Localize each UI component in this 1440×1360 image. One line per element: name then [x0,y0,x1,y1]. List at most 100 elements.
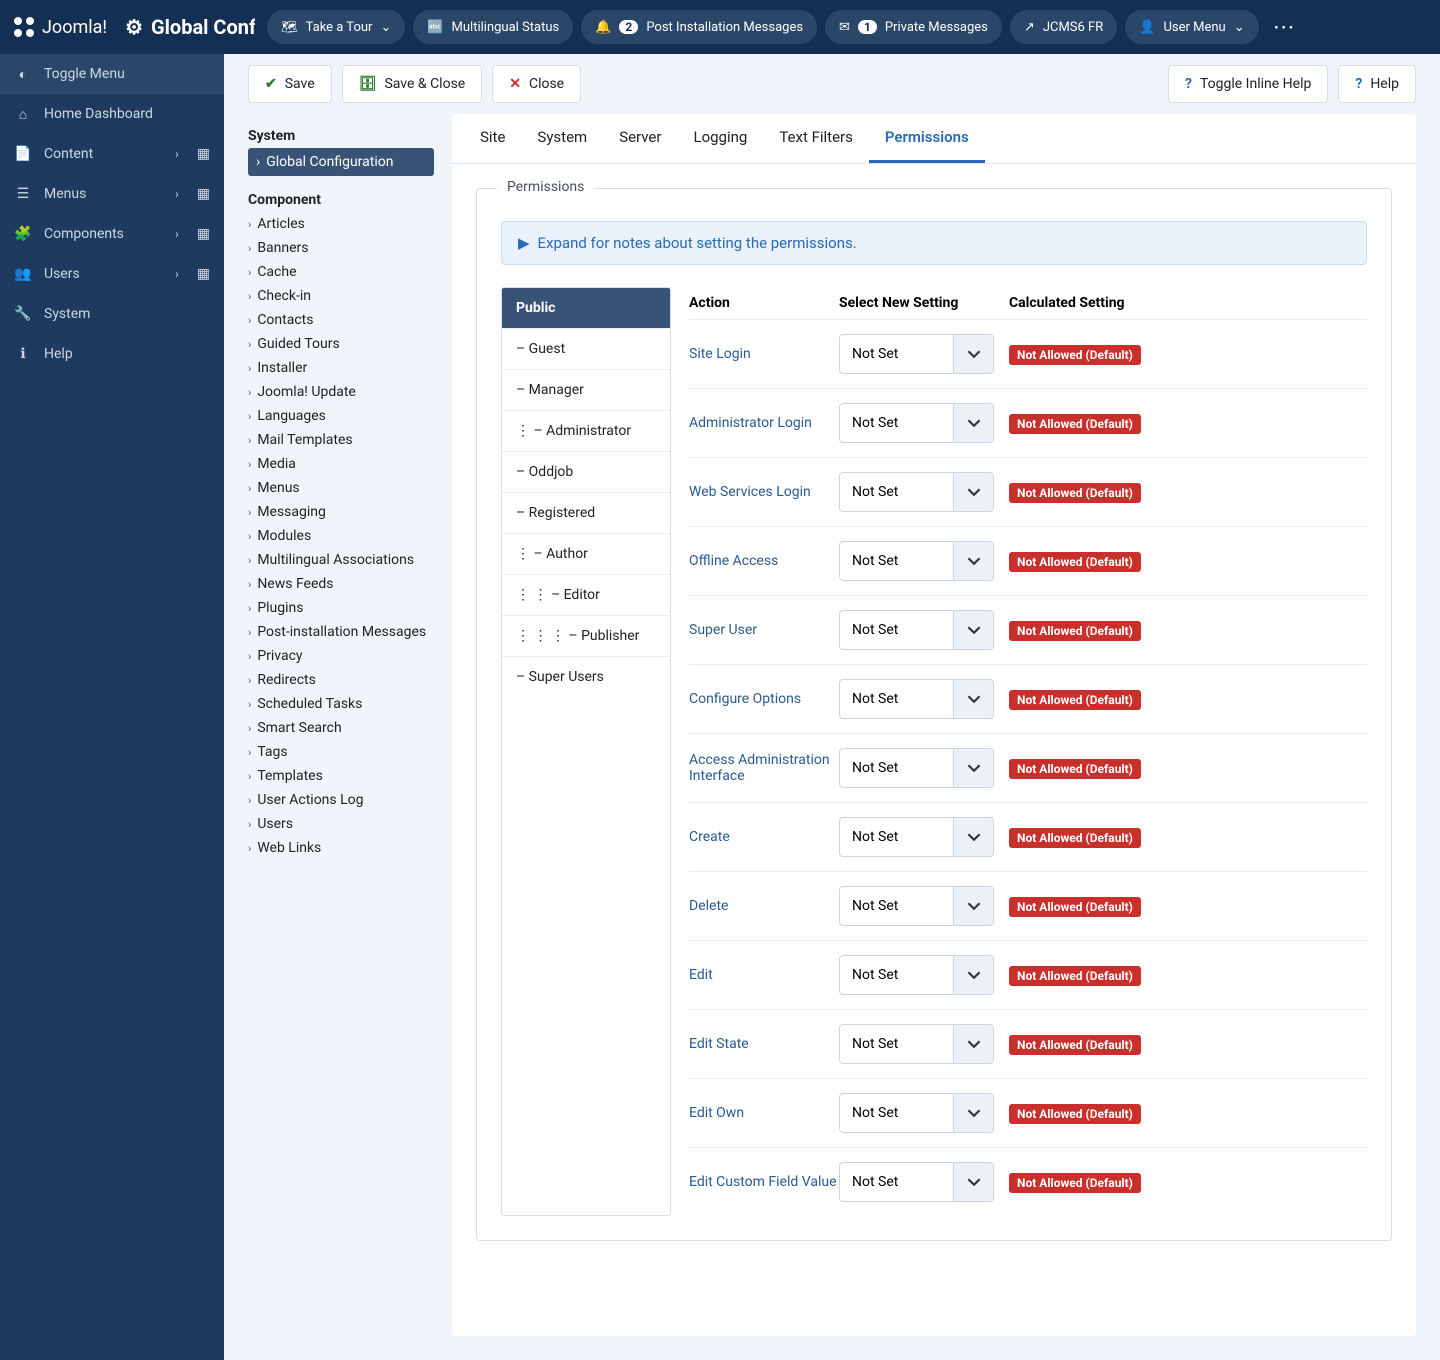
tab-permissions[interactable]: Permissions [869,114,985,163]
permission-action[interactable]: Super User [689,622,839,638]
private-messages-pill[interactable]: ✉ 1 Private Messages [825,10,1002,44]
permission-select[interactable]: Not Set [839,679,994,719]
component-link[interactable]: ›Scheduled Tasks [248,692,434,716]
sidebar-item-home-dashboard[interactable]: ⌂Home Dashboard [0,94,224,134]
post-install-pill[interactable]: 🔔 2 Post Installation Messages [581,10,817,44]
component-link[interactable]: ›Modules [248,524,434,548]
component-link[interactable]: ›Messaging [248,500,434,524]
permission-select[interactable]: Not Set [839,817,994,857]
permission-select[interactable]: Not Set [839,472,994,512]
sidebar-item-users[interactable]: 👥Users›▦ [0,254,224,294]
close-button[interactable]: ✕Close [492,65,581,103]
component-link[interactable]: ›Templates [248,764,434,788]
component-link[interactable]: ›Articles [248,212,434,236]
group-item[interactable]: – Super Users [502,657,670,697]
component-link[interactable]: ›Banners [248,236,434,260]
permission-action[interactable]: Configure Options [689,691,839,707]
grid-icon[interactable]: ▦ [197,186,210,202]
component-link[interactable]: ›User Actions Log [248,788,434,812]
component-link[interactable]: ›Guided Tours [248,332,434,356]
group-item[interactable]: Public [502,288,670,329]
sidebar-item-menus[interactable]: ☰Menus›▦ [0,174,224,214]
user-menu-pill[interactable]: 👤 User Menu ⌄ [1125,10,1258,44]
permission-select[interactable]: Not Set [839,1162,994,1202]
sidebar-item-content[interactable]: 📄Content›▦ [0,134,224,174]
tab-server[interactable]: Server [603,114,677,163]
sidebar-item-help[interactable]: ℹHelp [0,334,224,374]
expand-notes[interactable]: ▶Expand for notes about setting the perm… [501,221,1367,265]
chevron-right-icon: › [248,386,251,399]
multilingual-pill[interactable]: 🔤 Multilingual Status [413,10,573,44]
take-tour-pill[interactable]: 🗺 Take a Tour ⌄ [267,10,405,44]
group-item[interactable]: – Manager [502,370,670,411]
component-link[interactable]: ›Smart Search [248,716,434,740]
component-link[interactable]: ›News Feeds [248,572,434,596]
sidebar-label: Content [44,146,93,162]
permission-select[interactable]: Not Set [839,1093,994,1133]
permission-select[interactable]: Not Set [839,748,994,788]
component-link[interactable]: ›Web Links [248,836,434,860]
component-link[interactable]: ›Installer [248,356,434,380]
site-link-pill[interactable]: ↗ JCMS6 FR [1010,10,1117,44]
permission-action[interactable]: Administrator Login [689,415,839,431]
grid-icon[interactable]: ▦ [197,266,210,282]
component-link[interactable]: ›Users [248,812,434,836]
grid-icon[interactable]: ▦ [197,226,210,242]
toggle-inline-help-button[interactable]: ?Toggle Inline Help [1168,65,1328,103]
permission-action[interactable]: Delete [689,898,839,914]
group-item[interactable]: – Guest [502,329,670,370]
permission-action[interactable]: Edit Custom Field Value [689,1174,839,1190]
more-menu[interactable]: ⋯ [1273,15,1297,40]
component-link[interactable]: ›Cache [248,260,434,284]
component-link[interactable]: ›Menus [248,476,434,500]
permission-select[interactable]: Not Set [839,541,994,581]
permission-select[interactable]: Not Set [839,403,994,443]
component-link[interactable]: ›Joomla! Update [248,380,434,404]
permission-select[interactable]: Not Set [839,955,994,995]
component-link[interactable]: ›Media [248,452,434,476]
brand-logo[interactable]: Joomla! [12,15,107,39]
grid-icon[interactable]: ▦ [197,146,210,162]
permission-action[interactable]: Web Services Login [689,484,839,500]
group-item[interactable]: ⋮ ⋮ ⋮ – Publisher [502,616,670,657]
tab-site[interactable]: Site [464,114,521,163]
tab-system[interactable]: System [521,114,603,163]
group-item[interactable]: ⋮ ⋮ – Editor [502,575,670,616]
permission-action[interactable]: Edit [689,967,839,983]
component-link[interactable]: ›Tags [248,740,434,764]
permission-action[interactable]: Edit Own [689,1105,839,1121]
permission-action[interactable]: Site Login [689,346,839,362]
permission-select[interactable]: Not Set [839,334,994,374]
save-button[interactable]: ✔Save [248,65,332,103]
permission-action[interactable]: Create [689,829,839,845]
component-link[interactable]: ›Multilingual Associations [248,548,434,572]
permission-select[interactable]: Not Set [839,886,994,926]
component-link[interactable]: ›Contacts [248,308,434,332]
sidebar-icon: ⌂ [14,106,32,123]
component-link[interactable]: ›Mail Templates [248,428,434,452]
help-button[interactable]: ?Help [1338,65,1416,103]
component-link[interactable]: ›Check-in [248,284,434,308]
sidebar-item-system[interactable]: 🔧System [0,294,224,334]
component-link[interactable]: ›Redirects [248,668,434,692]
group-item[interactable]: ⋮ – Administrator [502,411,670,452]
tab-logging[interactable]: Logging [677,114,763,163]
group-item[interactable]: – Registered [502,493,670,534]
tab-text-filters[interactable]: Text Filters [763,114,869,163]
permission-select[interactable]: Not Set [839,610,994,650]
component-link[interactable]: ›Plugins [248,596,434,620]
component-link[interactable]: ›Privacy [248,644,434,668]
global-config-link[interactable]: ›Global Configuration [248,148,434,176]
permission-select[interactable]: Not Set [839,1024,994,1064]
permission-action[interactable]: Offline Access [689,553,839,569]
save-close-button[interactable]: 🗄Save & Close [342,65,483,103]
permission-action[interactable]: Edit State [689,1036,839,1052]
component-label: Messaging [257,504,326,520]
component-link[interactable]: ›Languages [248,404,434,428]
permission-action[interactable]: Access Administration Interface [689,752,839,784]
sidebar-item-components[interactable]: 🧩Components›▦ [0,214,224,254]
group-item[interactable]: ⋮ – Author [502,534,670,575]
group-item[interactable]: – Oddjob [502,452,670,493]
component-link[interactable]: ›Post-installation Messages [248,620,434,644]
toggle-menu[interactable]: ◐ Toggle Menu [0,54,224,94]
